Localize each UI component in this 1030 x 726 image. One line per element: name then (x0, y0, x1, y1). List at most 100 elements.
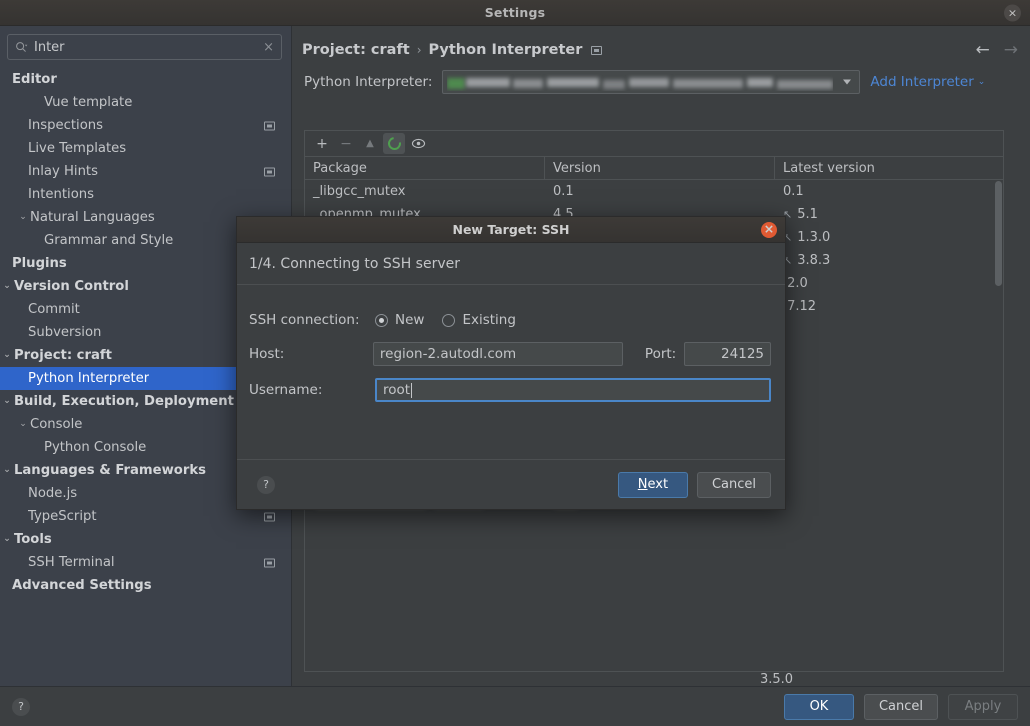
interpreter-label: Python Interpreter: (304, 74, 433, 90)
username-row: Username: root (249, 371, 771, 409)
ssh-connection-radio-group: New Existing (375, 312, 516, 328)
search-container: Inter × (0, 26, 291, 66)
sidebar-item-label: Live Templates (28, 141, 127, 156)
package-scrollbar[interactable] (995, 181, 1002, 286)
chevron-down-icon[interactable]: ⌄ (0, 535, 14, 544)
radio-existing[interactable]: Existing (442, 312, 516, 328)
next-button[interactable]: Next (617, 471, 688, 498)
breadcrumb-page: Python Interpreter (428, 42, 583, 58)
radio-existing-dot (442, 313, 456, 327)
sidebar-item-label: Vue template (44, 95, 133, 110)
chevron-down-icon[interactable]: ⌄ (0, 351, 14, 360)
sidebar-item-label: Node.js (28, 486, 78, 501)
sidebar-item-live-templates[interactable]: Live Templates (0, 137, 291, 160)
radio-existing-label: Existing (462, 312, 516, 328)
dialog-content: SSH connection: New Existing Host: regio… (237, 285, 785, 409)
settings-sync-icon (264, 167, 275, 176)
remove-package-button[interactable]: − (335, 133, 357, 154)
chevron-down-icon[interactable]: ⌄ (0, 282, 14, 291)
dialog-cancel-button[interactable]: Cancel (696, 471, 771, 498)
new-target-ssh-dialog: New Target: SSH × 1/4. Connecting to SSH… (236, 216, 786, 510)
column-header-package[interactable]: Package (305, 156, 545, 180)
upgrade-package-button[interactable]: ▲ (359, 133, 381, 154)
breadcrumb: Project: craft › Python Interpreter (292, 26, 1030, 60)
latest-version-value: 0.1 (783, 184, 804, 199)
username-input[interactable]: root (375, 378, 771, 402)
sidebar-item-label: Build, Execution, Deployment (14, 394, 234, 409)
dialog-buttons: Next Cancel (617, 471, 771, 498)
package-toolbar: + − ▲ (305, 131, 1003, 157)
username-label: Username: (249, 382, 323, 398)
port-label: Port: (644, 346, 677, 362)
sidebar-item-vue-template[interactable]: Vue template (0, 91, 291, 114)
radio-new[interactable]: New (375, 312, 424, 328)
cell-package: _libgcc_mutex (313, 184, 406, 199)
sidebar-item-advanced-settings[interactable]: Advanced Settings (0, 574, 291, 597)
nav-forward-icon[interactable]: → (1004, 42, 1018, 59)
floating-latest-version: 3.5.0 (760, 672, 794, 686)
latest-version-value: 3.8.3 (797, 253, 831, 268)
add-interpreter-button[interactable]: Add Interpreter ⌄ (870, 74, 985, 90)
latest-version-value: .2.0 (783, 276, 808, 291)
chevron-down-icon (843, 79, 852, 85)
sidebar-item-label: Advanced Settings (12, 578, 152, 593)
ssh-connection-row: SSH connection: New Existing (249, 303, 771, 337)
refresh-button[interactable] (383, 133, 405, 154)
breadcrumb-project[interactable]: Project: craft (302, 42, 410, 58)
settings-window: Settings × Inter × Editor Vue template Ins… (0, 0, 1030, 726)
dialog-button-bar: ? Next Cancel (237, 459, 785, 509)
radio-new-label: New (395, 312, 425, 328)
sidebar-item-inlay-hints[interactable]: Inlay Hints (0, 160, 291, 183)
cell-latest-version: ↖ 1.3.0 (775, 226, 1003, 249)
sidebar-item-label: Subversion (28, 325, 102, 340)
chevron-down-icon[interactable]: ⌄ (16, 213, 30, 222)
username-value: root (383, 382, 411, 398)
column-header-version[interactable]: Version (545, 156, 775, 180)
sidebar-item-editor[interactable]: Editor (0, 68, 291, 91)
search-icon (16, 41, 28, 52)
sidebar-item-label: Python Console (44, 440, 147, 455)
sidebar-item-label: Inlay Hints (28, 164, 98, 179)
search-input[interactable]: Inter (34, 41, 256, 54)
sidebar-item-inspections[interactable]: Inspections (0, 114, 291, 137)
sidebar-item-label: Inspections (28, 118, 103, 133)
nav-back-icon[interactable]: ← (976, 42, 990, 59)
search-clear-icon[interactable]: × (262, 41, 275, 54)
ok-button[interactable]: OK (783, 693, 854, 720)
dialog-titlebar: New Target: SSH × (237, 217, 785, 243)
sidebar-item-tools[interactable]: ⌄ Tools (0, 528, 291, 551)
cell-latest-version: ↖ 5.1 (775, 203, 1003, 226)
window-close-icon[interactable]: × (1004, 4, 1021, 21)
host-row: Host: region-2.autodl.com Port: 24125 (249, 337, 771, 371)
sidebar-item-label: Console (30, 417, 83, 432)
text-caret (411, 382, 413, 398)
dialog-close-icon[interactable]: × (761, 221, 777, 238)
sidebar-item-label: Python Interpreter (28, 371, 150, 386)
table-row[interactable]: _libgcc_mutex 0.1 0.1 (305, 180, 1003, 203)
sidebar-item-label: Tools (14, 532, 52, 547)
show-early-releases-button[interactable] (407, 133, 429, 154)
search-box[interactable]: Inter × (7, 34, 282, 60)
sidebar-item-label: Plugins (12, 256, 67, 271)
sidebar-item-label: Commit (28, 302, 80, 317)
help-button[interactable]: ? (12, 697, 30, 716)
add-package-button[interactable]: + (311, 133, 333, 154)
host-input[interactable]: region-2.autodl.com (372, 342, 623, 366)
dialog-help-button[interactable]: ? (257, 475, 275, 494)
settings-sync-icon (264, 121, 275, 130)
chevron-down-icon[interactable]: ⌄ (0, 397, 14, 406)
sidebar-item-intentions[interactable]: Intentions (0, 183, 291, 206)
port-input[interactable]: 24125 (684, 342, 771, 366)
sidebar-item-ssh-terminal[interactable]: SSH Terminal (0, 551, 291, 574)
chevron-down-icon[interactable]: ⌄ (0, 466, 14, 475)
interpreter-dropdown[interactable] (442, 70, 861, 94)
dialog-footer: ? OK Cancel Apply (0, 686, 1030, 726)
chevron-down-icon[interactable]: ⌄ (16, 420, 30, 429)
cancel-button[interactable]: Cancel (863, 693, 938, 720)
column-header-latest-version[interactable]: Latest version (775, 157, 1003, 180)
dialog-step-label: 1/4. Connecting to SSH server (237, 243, 785, 285)
next-mnemonic: N (637, 477, 648, 492)
chevron-down-icon: ⌄ (977, 77, 986, 87)
latest-version-value: 5.1 (797, 207, 818, 222)
cell-version: 0.1 (553, 184, 574, 199)
